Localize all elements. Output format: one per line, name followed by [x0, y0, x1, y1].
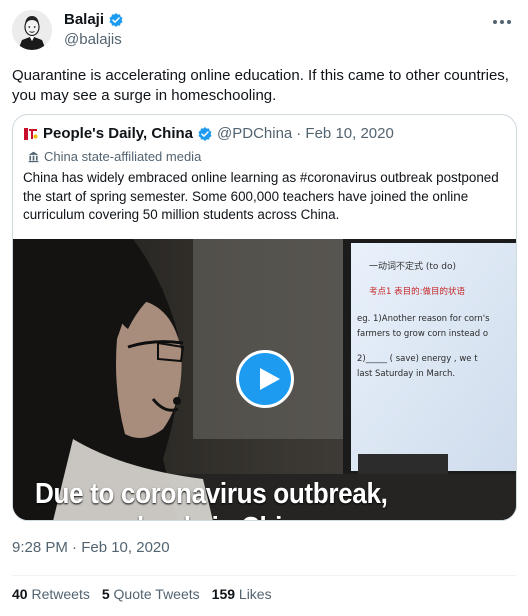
monitor-line-4: farmers to grow corn instead o	[357, 329, 488, 339]
state-media-text: China state-affiliated media	[44, 149, 202, 164]
tweet-text: Quarantine is accelerating online educat…	[12, 67, 509, 104]
quote-tweets-count: 5	[101, 586, 110, 602]
quoted-text: China has widely embraced online learnin…	[23, 170, 499, 222]
monitor-line-5: 2)_____ ( save) energy , we t	[357, 354, 478, 364]
video-thumbnail[interactable]: 一动词不定式 (to do) 考点1 表目的:做目的状语 eg. 1)Anoth…	[13, 239, 516, 520]
video-caption-line-1: Due to coronavirus outbreak,	[35, 478, 388, 510]
quote-tweets-stat[interactable]: 5 Quote Tweets	[102, 586, 200, 602]
author-avatar[interactable]	[12, 10, 52, 50]
quoted-author-name[interactable]: People's Daily, China	[43, 125, 193, 142]
author-name[interactable]: Balaji	[64, 11, 104, 28]
quoted-tweet[interactable]: People's Daily, China @PDChina · Feb 10,…	[12, 114, 517, 521]
author-handle[interactable]: @balajis	[64, 31, 122, 48]
video-caption-line-2: many schools in China	[35, 511, 388, 520]
more-dot	[493, 20, 497, 24]
quote-tweets-label: Quote Tweets	[113, 586, 200, 602]
play-icon[interactable]	[236, 350, 294, 408]
monitor-line-3: eg. 1)Another reason for corn's	[357, 314, 490, 324]
tweet-timestamp[interactable]: 9:28 PM · Feb 10, 2020	[12, 539, 170, 556]
building-icon	[28, 151, 39, 163]
monitor-line-1: 一动词不定式 (to do)	[369, 260, 456, 272]
state-media-label[interactable]: China state-affiliated media	[27, 149, 201, 164]
more-dot	[507, 20, 511, 24]
retweets-stat[interactable]: 40 Retweets	[12, 586, 90, 602]
author-name-row[interactable]: Balaji	[64, 11, 124, 28]
video-caption: Due to coronavirus outbreak, many school…	[35, 477, 388, 520]
likes-label: Likes	[238, 586, 272, 602]
avatar-image	[12, 10, 52, 50]
quoted-date[interactable]: · Feb 10, 2020	[296, 125, 394, 142]
people-daily-logo-icon	[24, 127, 38, 140]
monitor-line-6: last Saturday in March.	[357, 369, 455, 379]
likes-count: 159	[211, 586, 236, 602]
more-icon[interactable]	[488, 12, 516, 32]
retweets-count: 40	[12, 586, 28, 602]
retweets-label: Retweets	[31, 586, 90, 602]
monitor-line-2: 考点1 表目的:做目的状语	[369, 286, 465, 297]
quoted-author-handle[interactable]: @PDChina	[217, 125, 292, 142]
more-dot	[500, 20, 504, 24]
quoted-header: People's Daily, China @PDChina · Feb 10,…	[23, 125, 394, 142]
engagement-stats: 40 Retweets 5 Quote Tweets 159 Likes	[12, 586, 272, 602]
verified-badge-icon	[198, 126, 212, 141]
verified-badge-icon	[109, 12, 123, 27]
likes-stat[interactable]: 159 Likes	[212, 586, 272, 602]
divider	[12, 575, 516, 576]
